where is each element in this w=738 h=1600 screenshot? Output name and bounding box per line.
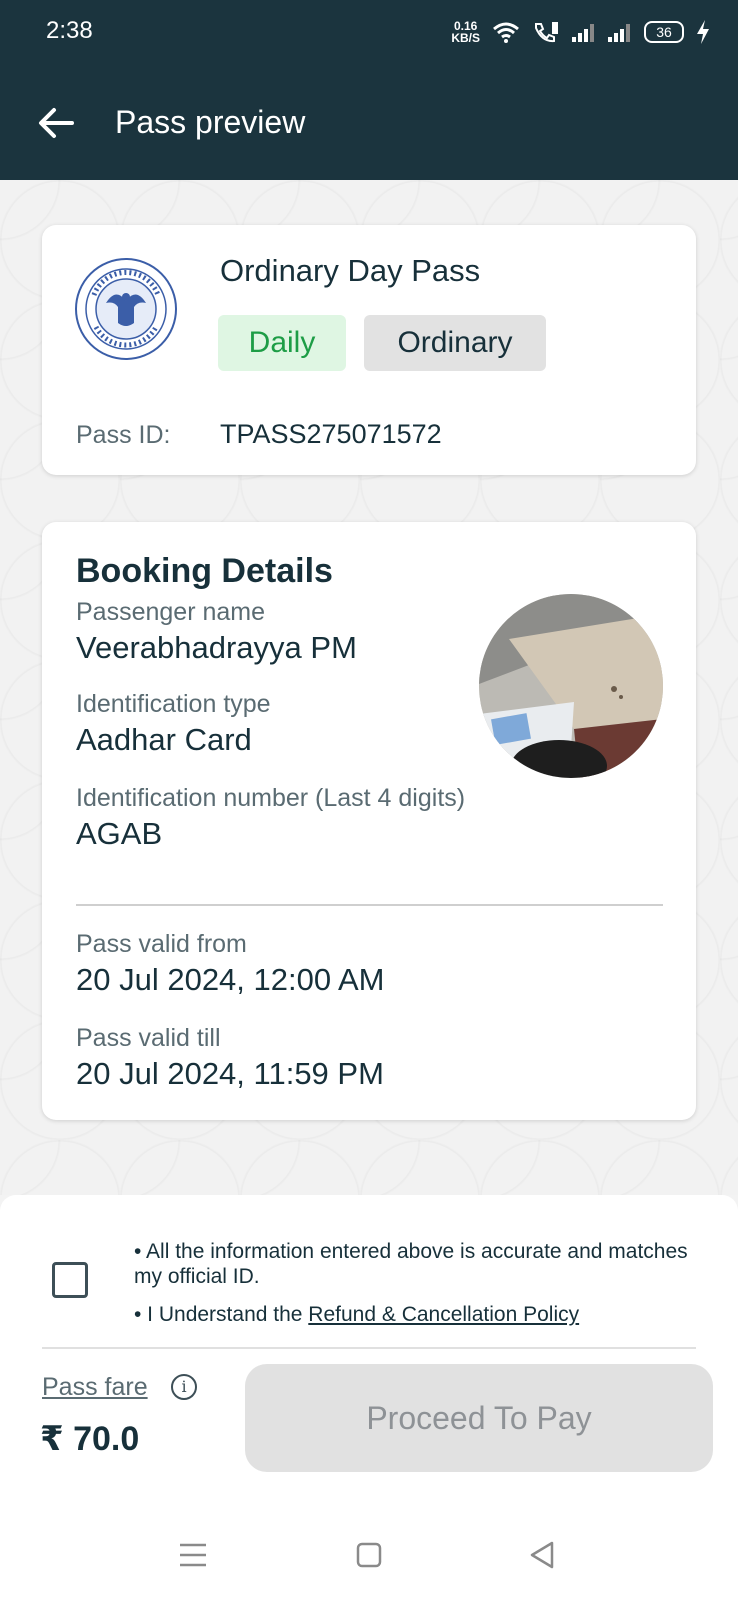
tag-ordinary: Ordinary: [364, 315, 546, 371]
home-square-icon: [356, 1542, 382, 1568]
status-bar: 2:38 0.16 KB/S 36: [0, 0, 738, 66]
arrow-left-icon: [39, 108, 74, 138]
id-number-value: AGAB: [76, 816, 163, 851]
page-title: Pass preview: [115, 104, 306, 140]
signal-2-icon: [608, 24, 630, 42]
id-type-label: Identification type: [76, 690, 271, 718]
volte-call-icon: [535, 22, 558, 43]
system-nav-bar: [0, 1510, 738, 1600]
battery-icon: 36: [644, 21, 684, 43]
home-button[interactable]: [344, 1530, 394, 1580]
app-bar: Pass preview: [0, 66, 738, 180]
menu-button[interactable]: [168, 1530, 218, 1580]
refund-policy-link[interactable]: Refund & Cancellation Policy: [308, 1303, 579, 1326]
id-type-value: Aadhar Card: [76, 722, 252, 757]
pass-summary-card: Ordinary Day Pass Daily Ordinary Pass ID…: [42, 225, 696, 475]
divider: [76, 904, 663, 906]
system-back-button[interactable]: [518, 1530, 568, 1580]
signal-1-icon: [572, 24, 594, 42]
back-triangle-icon: [530, 1541, 554, 1569]
tag-daily: Daily: [218, 315, 346, 371]
pass-fare-value: ₹ 70.0: [40, 1420, 140, 1458]
valid-from-label: Pass valid from: [76, 930, 247, 958]
charging-icon: [697, 20, 709, 44]
status-time: 2:38: [46, 17, 93, 44]
pass-fare-label[interactable]: Pass fare: [42, 1373, 148, 1402]
bmtc-logo: [75, 258, 177, 360]
id-number-label: Identification number (Last 4 digits): [76, 784, 466, 812]
valid-from-value: 20 Jul 2024, 12:00 AM: [76, 962, 385, 997]
booking-details-title: Booking Details: [76, 552, 333, 590]
back-button[interactable]: [34, 100, 80, 146]
valid-till-value: 20 Jul 2024, 11:59 PM: [76, 1056, 384, 1091]
status-icons: 0.16 KB/S 36: [451, 14, 710, 50]
pass-id-value: TPASS275071572: [220, 419, 442, 449]
sheet-divider: [42, 1347, 696, 1349]
info-icon[interactable]: i: [171, 1374, 197, 1400]
consent-text-policy: • I Understand the Refund & Cancellation…: [134, 1302, 579, 1327]
proceed-to-pay-button[interactable]: Proceed To Pay: [245, 1364, 713, 1472]
pass-id-label: Pass ID:: [76, 421, 171, 449]
consent-text-accuracy: • All the information entered above is a…: [134, 1240, 688, 1288]
menu-icon: [180, 1543, 206, 1567]
passenger-photo: [479, 594, 663, 778]
checkout-sheet: • All the information entered above is a…: [0, 1195, 738, 1510]
network-speed: 0.16 KB/S: [451, 20, 480, 44]
consent-policy-prefix: • I Understand the: [134, 1303, 309, 1326]
passenger-name-label: Passenger name: [76, 598, 266, 626]
booking-details-card: Booking Details Passenger name Veerabhad…: [42, 522, 696, 1120]
pass-name: Ordinary Day Pass: [220, 253, 481, 288]
network-speed-unit: KB/S: [451, 31, 480, 45]
consent-checkbox[interactable]: [52, 1262, 88, 1298]
valid-till-label: Pass valid till: [76, 1024, 221, 1052]
wifi-icon: [493, 22, 519, 43]
passenger-name-value: Veerabhadrayya PM: [76, 630, 357, 665]
